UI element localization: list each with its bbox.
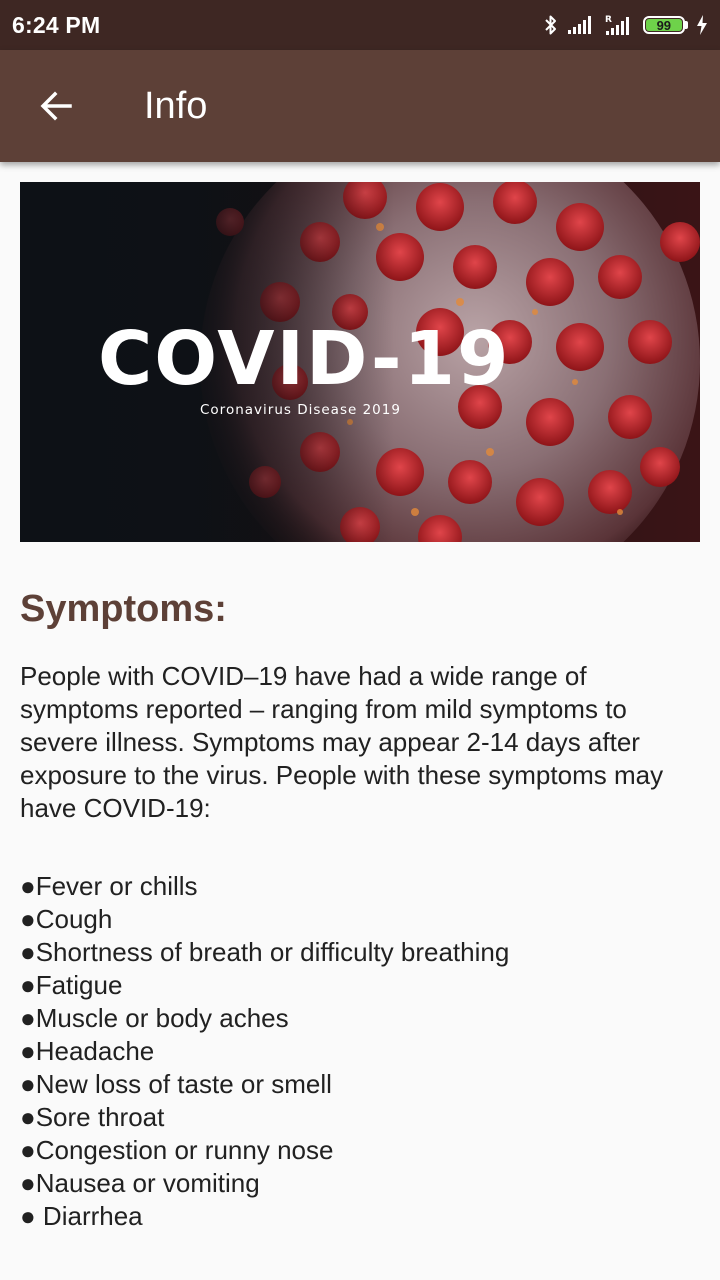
charging-icon bbox=[697, 15, 707, 35]
symptom-item: ●Shortness of breath or difficulty breat… bbox=[20, 937, 510, 967]
hero-image: COVID-19 Coronavirus Disease 2019 bbox=[20, 182, 700, 542]
bluetooth-icon bbox=[545, 15, 556, 35]
symptom-item: ●New loss of taste or smell bbox=[20, 1069, 332, 1099]
arrow-left-icon bbox=[40, 91, 72, 121]
symptom-item: ●Congestion or runny nose bbox=[20, 1135, 334, 1165]
battery-level: 99 bbox=[656, 17, 672, 33]
symptom-item: ●Fatigue bbox=[20, 970, 123, 1000]
signal-icon bbox=[568, 16, 591, 34]
svg-text:R: R bbox=[605, 15, 612, 25]
battery-icon: 99 bbox=[643, 16, 688, 34]
roaming-signal-icon: R bbox=[605, 15, 629, 35]
symptom-item: ●Fever or chills bbox=[20, 871, 198, 901]
app-bar: Info bbox=[0, 50, 720, 162]
status-icons: R 99 bbox=[543, 13, 708, 37]
symptom-item: ●Nausea or vomiting bbox=[20, 1168, 260, 1198]
status-time: 6:24 PM bbox=[12, 11, 101, 38]
symptom-item: ●Muscle or body aches bbox=[20, 1003, 289, 1033]
symptom-item: ●Sore throat bbox=[20, 1102, 165, 1132]
page-title: Info bbox=[144, 84, 208, 127]
symptom-item: ● Diarrhea bbox=[20, 1201, 143, 1231]
status-bar: 6:24 PM R 99 bbox=[0, 0, 720, 50]
hero-title: COVID-19 bbox=[98, 316, 511, 402]
symptom-item: ●Headache bbox=[20, 1036, 155, 1066]
hero-subtitle: Coronavirus Disease 2019 bbox=[200, 402, 401, 418]
section-title: Symptoms: bbox=[20, 588, 227, 630]
back-button[interactable] bbox=[20, 70, 92, 142]
symptom-item: ●Cough bbox=[20, 904, 113, 934]
symptoms-intro: People with COVID–19 have had a wide ran… bbox=[20, 661, 664, 823]
symptom-list: ●Fever or chills ●Cough ●Shortness of br… bbox=[20, 870, 509, 1233]
